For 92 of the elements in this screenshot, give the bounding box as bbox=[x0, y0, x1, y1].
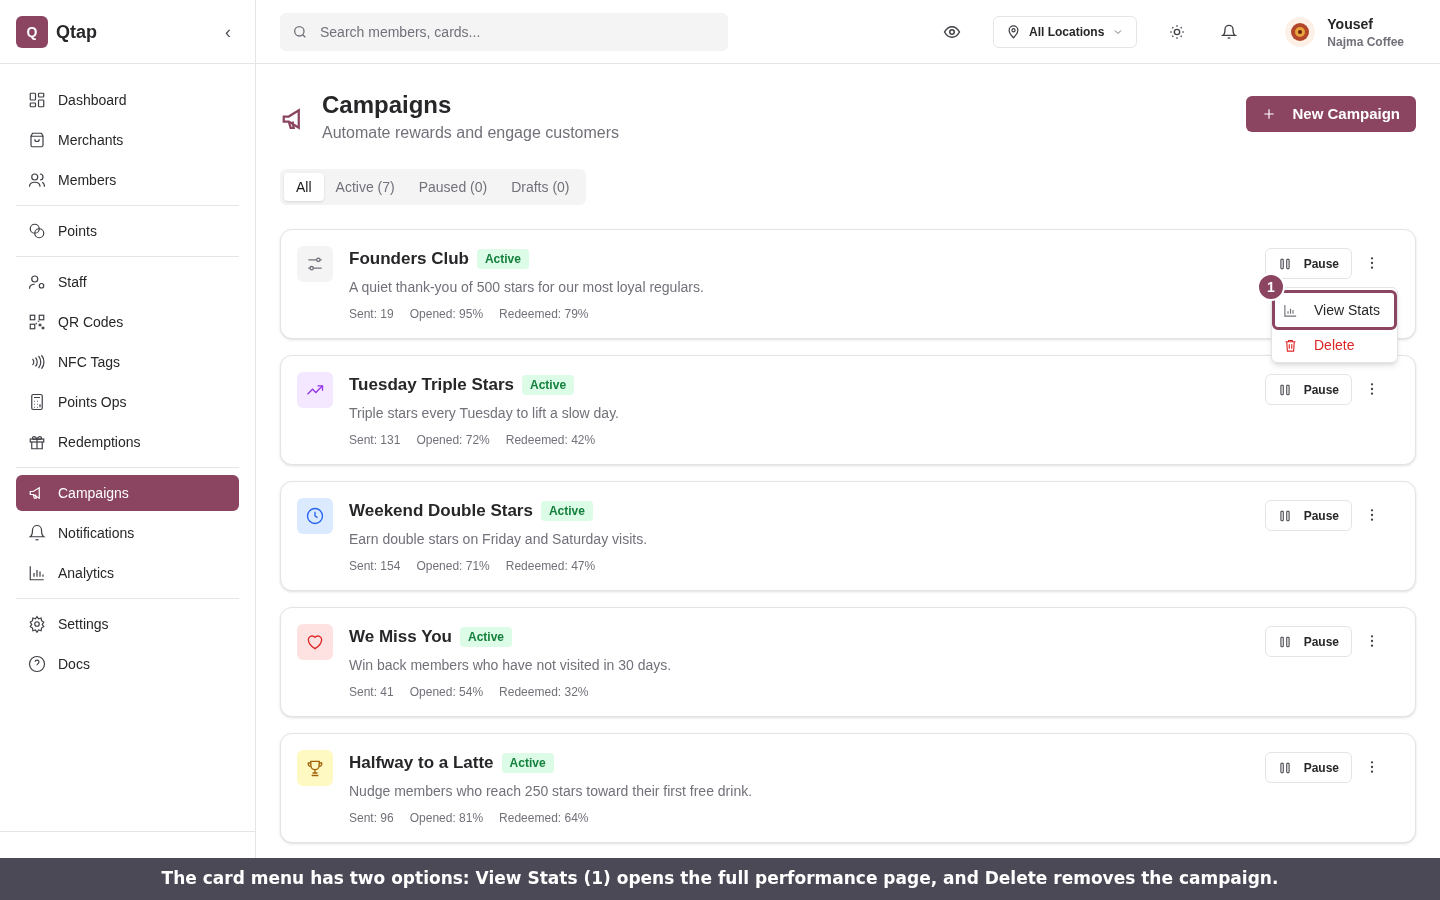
filter-tab[interactable]: All bbox=[284, 173, 324, 201]
stat-text: Sent: 19 bbox=[349, 305, 394, 322]
stat-text: Sent: 41 bbox=[349, 683, 394, 700]
caption-banner: The card menu has two options: View Stats (1) opens the full performance page, and Delete removes the campaign. bbox=[0, 858, 1440, 900]
organization-name: Najma Coffee bbox=[1327, 33, 1404, 50]
pause-icon bbox=[1277, 634, 1292, 649]
user-icon bbox=[28, 273, 46, 291]
stat-text: Redeemed: 42% bbox=[505, 431, 596, 448]
stat-text: Opened: 54% bbox=[409, 683, 484, 700]
pause-icon bbox=[1277, 508, 1292, 523]
logo-badge: Q bbox=[16, 15, 48, 48]
menu-item[interactable]: Delete bbox=[1272, 330, 1397, 360]
bell-icon[interactable] bbox=[1221, 23, 1238, 40]
campaign-name: Tuesday Triple Stars bbox=[349, 374, 515, 396]
calculator-icon bbox=[28, 393, 46, 411]
sidebar-item[interactable]: NFC Tags bbox=[16, 344, 239, 380]
user-name: Yousef bbox=[1327, 14, 1374, 34]
campaign-name: Founders Club bbox=[349, 248, 469, 270]
sidebar-item[interactable]: QR Codes bbox=[16, 304, 239, 340]
stat-text: Redeemed: 32% bbox=[499, 683, 589, 700]
campaign-description: A quiet thank-you of 500 stars for our most loyal regulars. bbox=[349, 277, 704, 297]
stat-text: Opened: 95% bbox=[409, 305, 484, 322]
campaign-description: Triple stars every Tuesday to lift a slow day. bbox=[349, 403, 619, 423]
sidebar-item[interactable]: Points bbox=[16, 213, 239, 249]
campaign-description: Earn double stars on Friday and Saturday visits. bbox=[349, 529, 648, 549]
stat-text: Sent: 154 bbox=[349, 557, 401, 574]
campaign-description: Nudge members who reach 250 stars toward their first free drink. bbox=[349, 781, 753, 801]
dashboard-icon bbox=[28, 91, 46, 109]
status-badge: Active bbox=[460, 626, 512, 647]
campaign-name: Halfway to a Latte bbox=[349, 752, 494, 774]
location-dropdown[interactable]: All Locations bbox=[992, 15, 1138, 48]
callout-badge: 1 bbox=[1257, 273, 1285, 301]
campaign-name: Weekend Double Stars bbox=[349, 500, 533, 522]
sidebar-item[interactable]: Points Ops bbox=[16, 384, 239, 420]
status-badge: Active bbox=[476, 248, 529, 269]
sidebar-item[interactable]: Redemptions bbox=[16, 424, 239, 460]
bar-chart-icon bbox=[1283, 302, 1298, 318]
pause-button[interactable]: Pause bbox=[1264, 374, 1352, 405]
gift-icon bbox=[28, 433, 46, 451]
brand-name: Qtap bbox=[56, 20, 97, 44]
shopping-bag-icon bbox=[28, 131, 46, 149]
sun-icon[interactable] bbox=[1169, 23, 1186, 40]
pause-icon bbox=[1277, 256, 1292, 271]
pause-button[interactable]: Pause bbox=[1264, 626, 1352, 657]
sidebar-item[interactable]: Docs bbox=[16, 646, 239, 682]
plus-icon bbox=[1262, 107, 1277, 121]
avatar[interactable] bbox=[1285, 16, 1316, 47]
stat-text: Redeemed: 79% bbox=[499, 305, 589, 322]
status-badge: Active bbox=[522, 374, 575, 395]
status-badge: Active bbox=[540, 500, 593, 521]
sidebar-item[interactable]: Dashboard bbox=[16, 82, 239, 118]
page-title: Campaigns bbox=[322, 90, 453, 120]
bell-icon bbox=[28, 524, 46, 542]
campaign-name: We Miss You bbox=[349, 626, 452, 648]
clock-icon bbox=[305, 506, 325, 526]
stat-text: Redeemed: 47% bbox=[505, 557, 596, 574]
stat-text: Opened: 81% bbox=[409, 809, 484, 826]
filter-tab[interactable]: Drafts (0) bbox=[499, 173, 582, 201]
sidebar-item[interactable]: Staff bbox=[16, 264, 239, 300]
new-campaign-button[interactable]: New Campaign bbox=[1246, 96, 1416, 132]
pause-button[interactable]: Pause bbox=[1264, 500, 1352, 531]
pause-icon bbox=[1277, 382, 1292, 397]
stat-text: Opened: 72% bbox=[416, 431, 490, 448]
pause-button[interactable]: Pause bbox=[1264, 752, 1352, 783]
sidebar-item[interactable]: Analytics bbox=[16, 555, 239, 591]
sidebar-item[interactable]: Members bbox=[16, 162, 239, 198]
sidebar-item[interactable]: Merchants bbox=[16, 122, 239, 158]
sidebar-item[interactable]: Notifications bbox=[16, 515, 239, 551]
pause-icon bbox=[1277, 760, 1292, 775]
campaign-description: Win back members who have not visited in 30 days. bbox=[349, 655, 672, 675]
trophy-icon bbox=[305, 758, 325, 778]
sidebar-item[interactable]: Settings bbox=[16, 606, 239, 642]
sidebar-item[interactable]: Campaigns bbox=[16, 475, 239, 511]
collapse-button[interactable]: ‹ bbox=[225, 22, 231, 41]
help-icon bbox=[28, 655, 46, 673]
stat-text: Sent: 96 bbox=[349, 809, 394, 826]
coins-icon bbox=[28, 222, 46, 240]
filter-tab[interactable]: Active (7) bbox=[323, 173, 407, 201]
heart-icon bbox=[305, 632, 325, 652]
settings-icon bbox=[28, 615, 46, 633]
page-subtitle: Automate rewards and engage customers bbox=[322, 123, 620, 143]
bar-chart-icon bbox=[28, 564, 46, 582]
trash-icon bbox=[1283, 337, 1298, 353]
search-icon bbox=[292, 23, 308, 40]
qr-code-icon bbox=[28, 313, 46, 331]
filter-tab[interactable]: Paused (0) bbox=[406, 173, 500, 201]
stat-text: Sent: 131 bbox=[349, 431, 401, 448]
users-icon bbox=[28, 171, 46, 189]
stat-text: Opened: 71% bbox=[416, 557, 490, 574]
stat-text: Redeemed: 64% bbox=[499, 809, 589, 826]
search-field[interactable]: Search members, cards... bbox=[280, 12, 728, 51]
status-badge: Active bbox=[501, 752, 554, 773]
